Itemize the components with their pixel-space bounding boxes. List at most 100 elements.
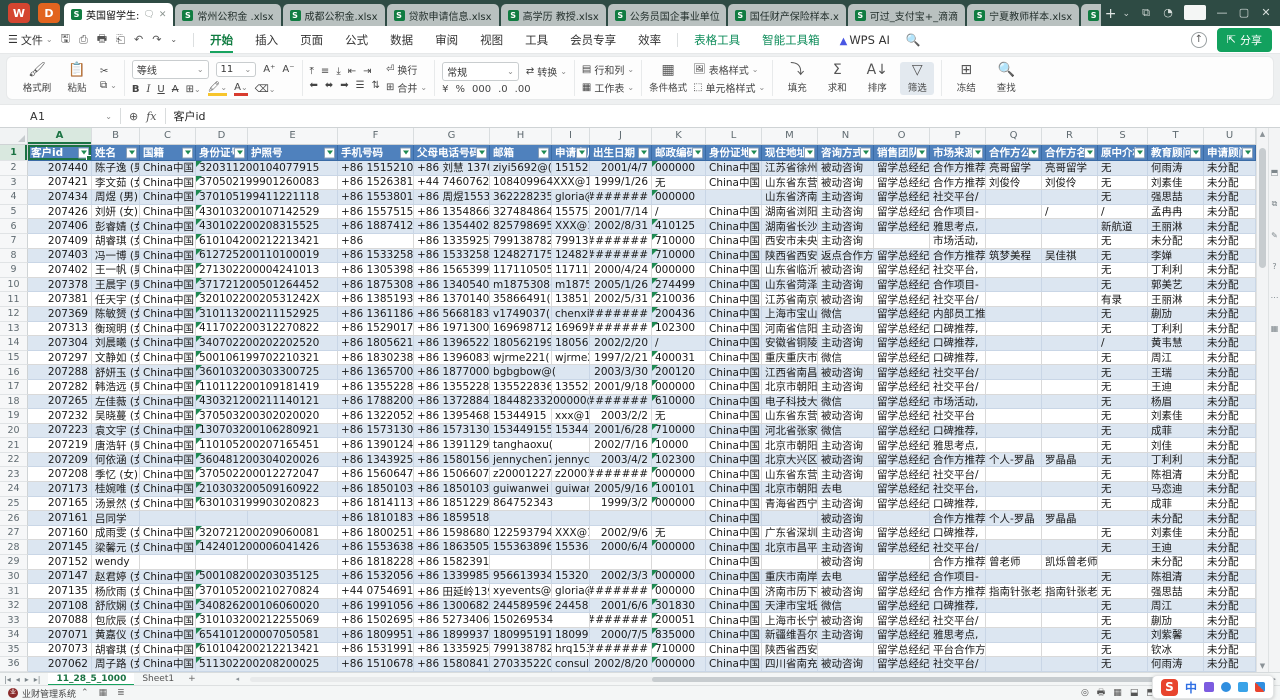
cell-F22[interactable]: +86 13439252 — [338, 453, 414, 468]
cell-P23[interactable]: 社交平台/ — [930, 467, 986, 482]
cell-T16[interactable]: 王瑞 — [1148, 365, 1204, 380]
cell-O29[interactable] — [874, 555, 930, 570]
cell-T30[interactable]: 陈祖清 — [1148, 570, 1204, 585]
cell-N15[interactable]: 微信 — [818, 351, 874, 366]
cell-R15[interactable] — [1042, 351, 1098, 366]
cell-D18[interactable]: 430321200211140121 — [196, 395, 338, 410]
cell-F15[interactable]: +86 18302388 — [338, 351, 414, 366]
cell-K2[interactable]: 000000 — [652, 161, 706, 176]
cell-S34[interactable]: 无 — [1098, 628, 1148, 643]
cell-T10[interactable]: 郭美艺 — [1148, 278, 1204, 293]
cell-L7[interactable]: China中国 — [706, 234, 762, 249]
header-cell-A[interactable]: 客户id — [28, 145, 92, 161]
sidebar-edit-icon[interactable]: ✎ — [1271, 231, 1278, 240]
preview-icon[interactable]: ⎗ — [116, 33, 125, 47]
cell-B35[interactable]: 胡睿琪 (女 — [92, 643, 140, 658]
header-cell-R[interactable]: 合作方名 — [1042, 145, 1098, 161]
ime-pen-icon[interactable] — [1204, 682, 1214, 692]
row-number-29[interactable]: 29 — [0, 555, 28, 570]
column-letter-F[interactable]: F — [338, 128, 414, 144]
cell-S27[interactable]: 无 — [1098, 526, 1148, 541]
doc-home-icon[interactable]: D — [38, 3, 60, 23]
cell-T8[interactable]: 李婵 — [1148, 249, 1204, 264]
cell-B12[interactable]: 陈敏赟 (女 — [92, 307, 140, 322]
cell-F30[interactable]: +86 15320563 — [338, 570, 414, 585]
cell-M30[interactable]: 重庆市南岸 — [762, 570, 818, 585]
filter-dropdown-icon[interactable] — [860, 147, 871, 158]
cell-G27[interactable]: +86 1598680231 — [414, 526, 490, 541]
cell-O5[interactable]: 留学总经纪 — [874, 205, 930, 220]
cell-K18[interactable]: 610000 — [652, 395, 706, 410]
cell-L10[interactable]: China中国 — [706, 278, 762, 293]
cell-I11[interactable]: 13851932E — [552, 292, 590, 307]
cell-M9[interactable]: 山东省临沂 — [762, 263, 818, 278]
cell-B2[interactable]: 陈子逸 (男 — [92, 161, 140, 176]
filter-dropdown-icon[interactable] — [182, 147, 193, 158]
cell-S22[interactable]: 无 — [1098, 453, 1148, 468]
cell-J29[interactable] — [590, 555, 652, 570]
cell-B34[interactable]: 黄嘉仪 (女 — [92, 628, 140, 643]
cell-I20[interactable]: 153449155 — [552, 424, 590, 439]
cell-B36[interactable]: 周子路 (女 — [92, 657, 140, 672]
cell-H23[interactable]: z20001227 — [490, 467, 552, 482]
cell-F18[interactable]: +86 17882007 — [338, 395, 414, 410]
cell-N11[interactable]: 被动咨询 — [818, 292, 874, 307]
cell-S24[interactable]: 无 — [1098, 482, 1148, 497]
cell-P24[interactable]: 社交平台, — [930, 482, 986, 497]
cell-S13[interactable]: 无 — [1098, 322, 1148, 337]
cell-H5[interactable]: 327484864 — [490, 205, 552, 220]
cell-K7[interactable]: 710000 — [652, 234, 706, 249]
cell-H29[interactable] — [490, 555, 552, 570]
file-tab-7[interactable]: S可过_支付宝+_滴滴 — [848, 4, 965, 26]
column-letter-J[interactable]: J — [590, 128, 652, 144]
cell-U15[interactable]: 未分配 — [1204, 351, 1256, 366]
copy-button[interactable]: ⧉ ⌄ — [100, 80, 117, 91]
cell-M28[interactable]: 北京市昌平 — [762, 540, 818, 555]
cell-O32[interactable]: 留学总经纪 — [874, 599, 930, 614]
file-tab-4[interactable]: S高学历 教授.xlsx — [501, 4, 606, 26]
filter-dropdown-icon[interactable] — [400, 147, 411, 158]
cell-D36[interactable]: 511302200208200025 — [196, 657, 338, 672]
cell-style-button[interactable]: ⬚ 单元格样式⌄ — [693, 80, 765, 95]
cell-B17[interactable]: 韩浩远 (男 — [92, 380, 140, 395]
cell-T20[interactable]: 成菲 — [1148, 424, 1204, 439]
filter-dropdown-icon[interactable] — [576, 147, 587, 158]
cell-L25[interactable]: China中国 — [706, 497, 762, 512]
font-color-button[interactable]: A⌄ — [234, 82, 248, 96]
cell-S33[interactable]: 无 — [1098, 613, 1148, 628]
cell-I10[interactable]: m1875308( — [552, 278, 590, 293]
cell-B15[interactable]: 文静如 (女 — [92, 351, 140, 366]
cell-L33[interactable]: China中国 — [706, 613, 762, 628]
sidebar-grid-icon[interactable]: ▦ — [1271, 324, 1279, 333]
cell-H28[interactable]: 155363896 — [490, 540, 552, 555]
cell-Q28[interactable] — [986, 540, 1042, 555]
row-number-33[interactable]: 33 — [0, 613, 28, 628]
cell-A14[interactable]: 207304 — [28, 336, 92, 351]
cell-I6[interactable]: XXX@163.( — [552, 219, 590, 234]
cell-T28[interactable]: 王迪 — [1148, 540, 1204, 555]
cell-S32[interactable]: 无 — [1098, 599, 1148, 614]
row-number-1[interactable]: 1 — [0, 145, 28, 161]
cell-R4[interactable] — [1042, 190, 1098, 205]
cell-N34[interactable]: 主动咨询 — [818, 628, 874, 643]
row-number-8[interactable]: 8 — [0, 249, 28, 264]
cell-G6[interactable]: +86 1354402198 — [414, 219, 490, 234]
cell-D22[interactable]: 360481200304020026 — [196, 453, 338, 468]
cell-T21[interactable]: 刘佳 — [1148, 438, 1204, 453]
cell-Q31[interactable]: 指南针张老 — [986, 584, 1042, 599]
cell-C8[interactable]: China中国 — [140, 249, 196, 264]
cell-E26[interactable] — [248, 511, 338, 526]
cell-Q7[interactable] — [986, 234, 1042, 249]
cell-O21[interactable]: 留学总经纪 — [874, 438, 930, 453]
cell-I17[interactable]: 135522836( — [552, 380, 590, 395]
cell-B14[interactable]: 刘晨曦 (女 — [92, 336, 140, 351]
cell-K26[interactable] — [652, 511, 706, 526]
cell-L19[interactable]: China中国 — [706, 409, 762, 424]
cell-I29[interactable] — [552, 555, 590, 570]
cell-D33[interactable]: 310103200212255069 — [196, 613, 338, 628]
row-number-18[interactable]: 18 — [0, 395, 28, 410]
cell-P20[interactable]: 口碑推荐, — [930, 424, 986, 439]
cell-C32[interactable]: China中国 — [140, 599, 196, 614]
cell-A3[interactable]: 207421 — [28, 176, 92, 191]
cell-G2[interactable]: +86 刘慧 137052 — [414, 161, 490, 176]
